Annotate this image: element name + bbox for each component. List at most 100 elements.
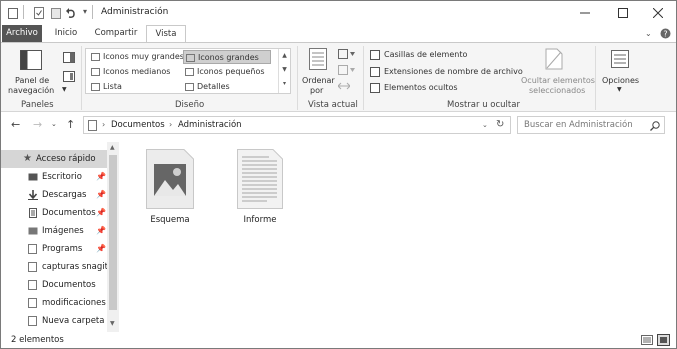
layout-extra-large-icons[interactable]: Iconos muy grandes bbox=[89, 50, 184, 64]
pin-icon[interactable]: 📌 bbox=[96, 240, 106, 258]
nav-item-label: modificaciones r bbox=[42, 298, 109, 308]
breadcrumb-separator-icon: › bbox=[102, 120, 106, 129]
nav-item-capturas-snagit[interactable]: capturas snagit bbox=[1, 258, 109, 276]
close-icon bbox=[653, 8, 663, 18]
new-folder-icon[interactable] bbox=[51, 6, 61, 20]
layout-medium-icons[interactable]: Iconos medianos bbox=[89, 65, 183, 79]
nav-item-modificaciones[interactable]: modificaciones r bbox=[1, 294, 109, 312]
nav-item-documentos[interactable]: Documentos 📌 bbox=[1, 204, 109, 222]
file-extensions-checkbox[interactable] bbox=[370, 67, 380, 77]
layout-small-icons[interactable]: Iconos pequeños bbox=[183, 65, 271, 79]
maximize-button[interactable] bbox=[606, 1, 640, 25]
nav-item-documentos-folder[interactable]: Documentos bbox=[1, 276, 109, 294]
nav-item-programs[interactable]: Programs 📌 bbox=[1, 240, 109, 258]
search-input[interactable]: Buscar en Administración bbox=[517, 116, 665, 134]
options-icon bbox=[611, 50, 629, 68]
tab-archivo[interactable]: Archivo bbox=[2, 25, 42, 42]
layout-gallery: Iconos muy grandes Iconos grandes Iconos… bbox=[85, 48, 291, 94]
layout-label: Iconos muy grandes bbox=[103, 52, 184, 61]
preview-pane-icon[interactable] bbox=[63, 52, 75, 63]
nav-item-label: Documentos bbox=[42, 208, 96, 218]
add-columns-icon[interactable] bbox=[338, 65, 356, 75]
nav-item-nueva-carpeta[interactable]: Nueva carpeta bbox=[1, 312, 109, 330]
layout-label: Detalles bbox=[197, 82, 230, 91]
layout-gallery-scroll[interactable]: ▲ ▼ ▾ bbox=[278, 49, 290, 93]
layout-large-icons[interactable]: Iconos grandes bbox=[183, 50, 271, 64]
recent-locations-icon[interactable]: ⌄ bbox=[51, 120, 57, 128]
hidden-items-label: Elementos ocultos bbox=[384, 83, 458, 92]
nav-item-label: Escritorio bbox=[42, 172, 82, 182]
hide-selected-icon bbox=[545, 48, 563, 70]
breadcrumb-separator-icon: › bbox=[169, 120, 173, 129]
documents-icon bbox=[29, 208, 37, 218]
file-item-esquema[interactable]: Esquema bbox=[135, 149, 205, 233]
minimize-button[interactable] bbox=[568, 1, 602, 25]
medium-icons-icon bbox=[91, 68, 100, 76]
layout-list[interactable]: Lista bbox=[89, 80, 183, 94]
nav-item-descargas[interactable]: Descargas 📌 bbox=[1, 186, 109, 204]
item-checkboxes-checkbox[interactable] bbox=[370, 50, 380, 60]
address-bar[interactable]: › Documentos › Administración ⌄ ↻ bbox=[83, 116, 511, 134]
scrollbar-thumb[interactable] bbox=[109, 155, 117, 310]
tab-vista[interactable]: Vista bbox=[146, 25, 186, 43]
item-checkboxes-label: Casillas de elemento bbox=[384, 50, 468, 59]
hide-selected-button[interactable]: Ocultar elementos seleccionados bbox=[517, 46, 595, 98]
size-columns-icon[interactable] bbox=[338, 81, 350, 91]
breadcrumb-documentos[interactable]: Documentos bbox=[111, 120, 165, 130]
help-icon[interactable]: ? bbox=[660, 28, 671, 39]
pin-icon[interactable]: 📌 bbox=[96, 168, 106, 186]
tab-compartir[interactable]: Compartir bbox=[90, 25, 142, 42]
title-bar: ▾ Administración bbox=[1, 1, 676, 25]
pin-icon[interactable]: 📌 bbox=[96, 222, 106, 240]
group-label-vista-actual: Vista actual bbox=[308, 100, 358, 110]
back-icon[interactable]: ← bbox=[11, 118, 20, 131]
forward-icon[interactable]: → bbox=[33, 118, 42, 131]
large-icons-view-icon[interactable] bbox=[657, 334, 670, 346]
scroll-down-icon[interactable]: ▼ bbox=[110, 320, 115, 327]
undo-icon[interactable] bbox=[65, 6, 77, 20]
file-item-informe[interactable]: Informe bbox=[225, 149, 295, 233]
item-count: 2 elementos bbox=[11, 335, 64, 345]
chevron-down-icon: ▼ bbox=[617, 86, 622, 93]
properties-icon[interactable] bbox=[33, 6, 45, 20]
up-icon[interactable]: ↑ bbox=[66, 118, 75, 131]
nav-item-acceso-rapido[interactable]: ★ Acceso rápido bbox=[1, 150, 109, 168]
folder-icon bbox=[28, 244, 37, 254]
details-view-icon[interactable] bbox=[641, 335, 653, 345]
options-label: Opciones bbox=[602, 76, 640, 85]
refresh-icon[interactable]: ↻ bbox=[496, 119, 504, 130]
search-icon bbox=[650, 121, 660, 131]
breadcrumb-administracion[interactable]: Administración bbox=[178, 120, 242, 130]
pin-icon[interactable]: 📌 bbox=[96, 204, 106, 222]
scroll-up-icon[interactable]: ▲ bbox=[110, 144, 115, 151]
hidden-items-checkbox[interactable] bbox=[370, 83, 380, 93]
status-bar: 2 elementos bbox=[1, 332, 676, 348]
ribbon-separator bbox=[595, 46, 596, 110]
navigation-pane-button[interactable]: Panel de navegación ▼ bbox=[7, 46, 67, 98]
nav-item-imagenes[interactable]: Imágenes 📌 bbox=[1, 222, 109, 240]
close-button[interactable] bbox=[641, 1, 675, 25]
navigation-pane-icon bbox=[20, 50, 42, 70]
nav-item-escritorio[interactable]: Escritorio 📌 bbox=[1, 168, 109, 186]
folder-icon bbox=[28, 280, 37, 290]
download-icon bbox=[28, 190, 38, 200]
address-history-icon[interactable]: ⌄ bbox=[482, 121, 488, 129]
layout-details[interactable]: Detalles bbox=[183, 80, 271, 94]
layout-label: Iconos medianos bbox=[103, 67, 171, 76]
divider bbox=[92, 5, 93, 19]
sort-icon bbox=[309, 48, 327, 70]
group-label-paneles: Paneles bbox=[21, 100, 54, 110]
folder-icon bbox=[8, 8, 18, 19]
sort-by-button[interactable]: Ordenar por bbox=[301, 46, 335, 98]
customize-toolbar-icon[interactable]: ▾ bbox=[83, 7, 87, 21]
folder-icon bbox=[28, 298, 37, 308]
nav-pane-scrollbar[interactable]: ▲ ▼ bbox=[107, 142, 119, 332]
navigation-pane: ★ Acceso rápido Escritorio 📌 Descargas 📌… bbox=[1, 142, 119, 332]
options-button[interactable]: Opciones ▼ bbox=[599, 46, 641, 98]
details-pane-icon[interactable] bbox=[63, 71, 75, 82]
group-by-icon[interactable] bbox=[338, 49, 356, 59]
pin-icon[interactable]: 📌 bbox=[96, 186, 106, 204]
collapse-ribbon-icon[interactable]: ⌄ bbox=[645, 29, 652, 38]
tab-inicio[interactable]: Inicio bbox=[48, 25, 84, 42]
file-name: Esquema bbox=[150, 215, 190, 225]
